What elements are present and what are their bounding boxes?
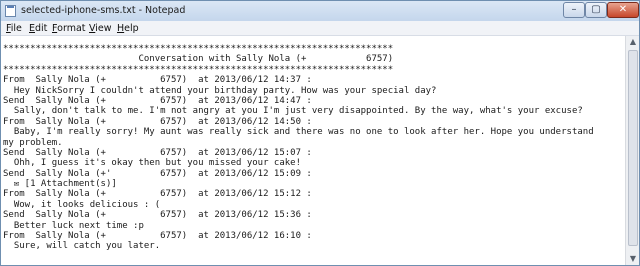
message-header: Send Sally Nola (+' 6757) at 2013/06/12 … <box>3 168 312 179</box>
menu-file[interactable]: File <box>6 23 22 34</box>
text-line: ****************************************… <box>3 64 394 75</box>
attachment-line: ✉ [1 Attachment(s)] <box>3 179 117 190</box>
notepad-icon <box>5 5 16 17</box>
menu-format[interactable]: Format <box>52 23 86 34</box>
close-button[interactable]: ✕ <box>607 2 639 18</box>
menu-view[interactable]: View <box>89 23 112 34</box>
message-body: Better luck next time :p <box>3 220 144 231</box>
message-body: Wow, it looks delicious : ( <box>3 199 161 210</box>
message-header: From Sally Nola (+ 6757) at 2013/06/12 1… <box>3 75 312 86</box>
text-line: ****************************************… <box>3 44 394 54</box>
conversation-header: Conversation with Sally Nola (+ 6757) <box>3 54 394 65</box>
message-header: Send Sally Nola (+ 6757) at 2013/06/12 1… <box>3 210 312 221</box>
message-body: Baby, I'm really sorry! My aunt was real… <box>3 127 594 138</box>
vertical-scrollbar[interactable]: ▲ ▼ <box>625 36 639 265</box>
scroll-up-icon[interactable]: ▲ <box>628 37 638 47</box>
message-header: From Sally Nola (+ 6757) at 2013/06/12 1… <box>3 189 312 200</box>
message-body: Sally, don't talk to me. I'm not angry a… <box>3 106 583 117</box>
message-body: Sure, will catch you later. <box>3 241 161 252</box>
message-body: Hey NickSorry I couldn't attend your bir… <box>3 85 437 96</box>
message-header: From Sally Nola (+ 6757) at 2013/06/12 1… <box>3 116 312 127</box>
menu-edit[interactable]: Edit <box>29 23 47 34</box>
menu-bar: File Edit Format View Help <box>1 21 639 36</box>
minimize-button[interactable]: – <box>563 2 585 18</box>
menu-help[interactable]: Help <box>117 23 139 34</box>
message-header: Send Sally Nola (+ 6757) at 2013/06/12 1… <box>3 147 312 158</box>
window-title: selected-iphone-sms.txt - Notepad <box>21 5 186 16</box>
message-body: my problem. <box>3 137 63 148</box>
title-bar[interactable]: selected-iphone-sms.txt - Notepad – ▢ ✕ <box>1 1 639 21</box>
message-header: Send Sally Nola (+ 6757) at 2013/06/12 1… <box>3 95 312 106</box>
text-editor[interactable]: ****************************************… <box>1 36 625 265</box>
notepad-window: selected-iphone-sms.txt - Notepad – ▢ ✕ … <box>0 0 640 266</box>
scroll-thumb[interactable] <box>628 50 638 246</box>
message-body: Ohh, I guess it's okay then but you miss… <box>3 158 302 169</box>
maximize-button[interactable]: ▢ <box>585 2 607 18</box>
message-header: From Sally Nola (+ 6757) at 2013/06/12 1… <box>3 231 312 242</box>
scroll-down-icon[interactable]: ▼ <box>628 254 638 264</box>
